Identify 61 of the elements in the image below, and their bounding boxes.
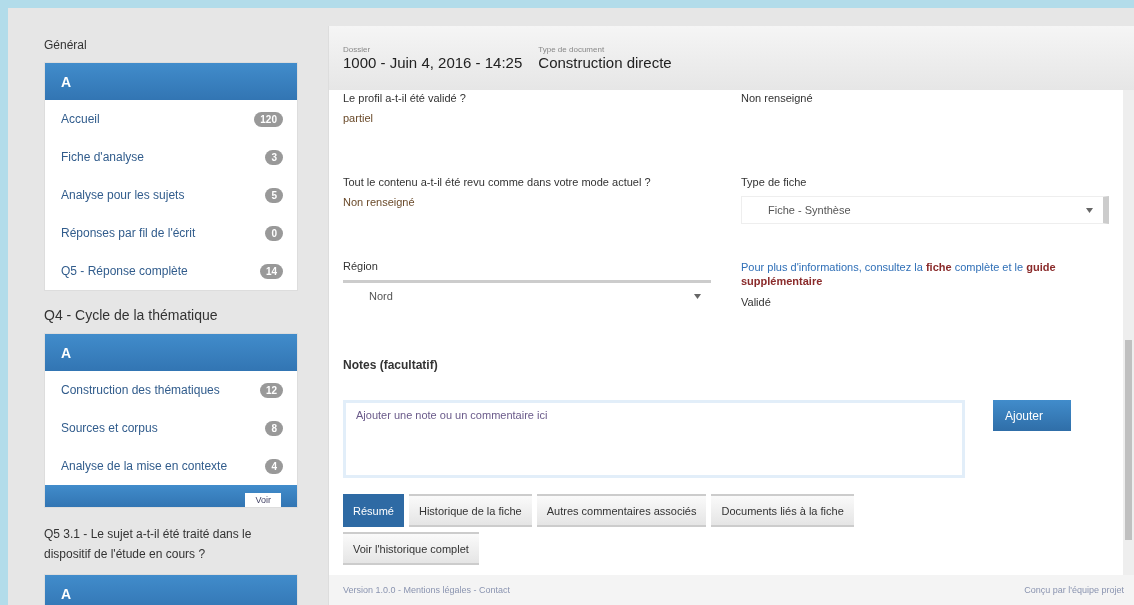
select-field[interactable]: Nord xyxy=(343,280,711,309)
section-heading: Général xyxy=(44,38,88,52)
count-badge: 0 xyxy=(265,225,283,241)
footer-text: Version 1.0.0 - Mentions légales - Contact xyxy=(343,585,511,595)
count-badge: 14 xyxy=(259,263,283,279)
count-badge: 120 xyxy=(254,111,283,127)
submit-button[interactable]: Ajouter xyxy=(993,400,1071,431)
sidebar-item-label: Construction des thématiques xyxy=(61,383,220,397)
header-value: 1000 - Juin 4, 2016 - 14:25 xyxy=(343,54,523,71)
sidebar-item[interactable]: Réponses par fil de l'écrit 0 xyxy=(45,214,297,252)
question-label: Tout le contenu a-t-il été revu comme dans votre mode actuel ? xyxy=(343,176,652,188)
sidebar-item-label: Analyse pour les sujets xyxy=(61,188,185,202)
select-value: Nord xyxy=(369,290,393,302)
panel-header-text: A xyxy=(61,73,72,90)
count-badge: 5 xyxy=(265,187,283,203)
sidebar-item-label: Réponses par fil de l'écrit xyxy=(61,226,196,240)
scrollbar[interactable] xyxy=(1123,90,1134,575)
section-heading: Q4 - Cycle de la thématique xyxy=(44,307,219,323)
panel-header-text: A xyxy=(61,585,72,602)
answer-text: Non renseigné xyxy=(343,196,416,208)
sidebar-item[interactable]: Fiche d'analyse 3 xyxy=(45,138,297,176)
view-button[interactable]: Voir xyxy=(245,493,281,507)
sidebar-item[interactable]: Sources et corpus 8 xyxy=(45,409,297,447)
count-badge: 12 xyxy=(259,382,283,398)
section-heading: Q5 3.1 - Le sujet a-t-il été traité dans le dispositif de l'étude en cours ? xyxy=(44,526,253,563)
notes-label: Notes (facultatif) xyxy=(343,358,439,372)
answer-text: Non renseigné xyxy=(741,92,814,104)
tab[interactable]: Historique de la fiche xyxy=(408,494,532,527)
field-label: Type de document xyxy=(538,45,606,54)
tab[interactable]: Autres commentaires associés xyxy=(536,494,707,527)
question-label: Le profil a-t-il été validé ? xyxy=(343,92,467,104)
status-text: Validé xyxy=(741,296,772,308)
sidebar-item-label: Analyse de la mise en contexte xyxy=(61,459,228,473)
dropdown-caret-icon xyxy=(694,293,701,299)
sidebar-item-label: Fiche d'analyse xyxy=(61,150,144,164)
count-badge: 3 xyxy=(265,149,283,165)
sidebar-item[interactable]: Accueil 120 xyxy=(45,100,297,138)
sidebar-item[interactable]: Analyse de la mise en contexte 4 xyxy=(45,447,297,485)
sidebar-item-label: Sources et corpus xyxy=(61,421,158,435)
select-value: Fiche - Synthèse xyxy=(768,204,851,216)
count-badge: 8 xyxy=(265,420,283,436)
field-label: Type de fiche xyxy=(741,176,808,188)
tab[interactable]: Documents liés à la fiche xyxy=(711,494,854,527)
tab[interactable]: Résumé xyxy=(343,494,404,527)
sidebar-item-label: Accueil xyxy=(61,112,100,126)
footer-text: Conçu par l'équipe projet xyxy=(1024,585,1124,595)
sidebar-item[interactable]: Q5 - Réponse complète 14 xyxy=(45,252,297,290)
info-text: Pour plus d'informations, consultez la fiche complète et le guide supplémentaire xyxy=(741,260,1057,288)
count-badge: 4 xyxy=(265,458,283,474)
dropdown-caret-icon xyxy=(1086,207,1093,213)
header-value: Construction directe xyxy=(538,54,672,71)
notes-field[interactable]: Ajouter une note ou un commentaire ici xyxy=(343,400,965,478)
field-label: Région xyxy=(343,260,379,272)
panel-header-text: A xyxy=(61,344,72,361)
sidebar-item[interactable]: Construction des thématiques 12 xyxy=(45,371,297,409)
tab[interactable]: Voir l'historique complet xyxy=(343,532,479,565)
select-field[interactable]: Fiche - Synthèse xyxy=(741,196,1109,224)
answer-text: partiel xyxy=(343,112,374,124)
sidebar-item[interactable]: Analyse pour les sujets 5 xyxy=(45,176,297,214)
field-label: Dossier xyxy=(343,45,372,54)
sidebar-item-label: Q5 - Réponse complète xyxy=(61,264,188,278)
